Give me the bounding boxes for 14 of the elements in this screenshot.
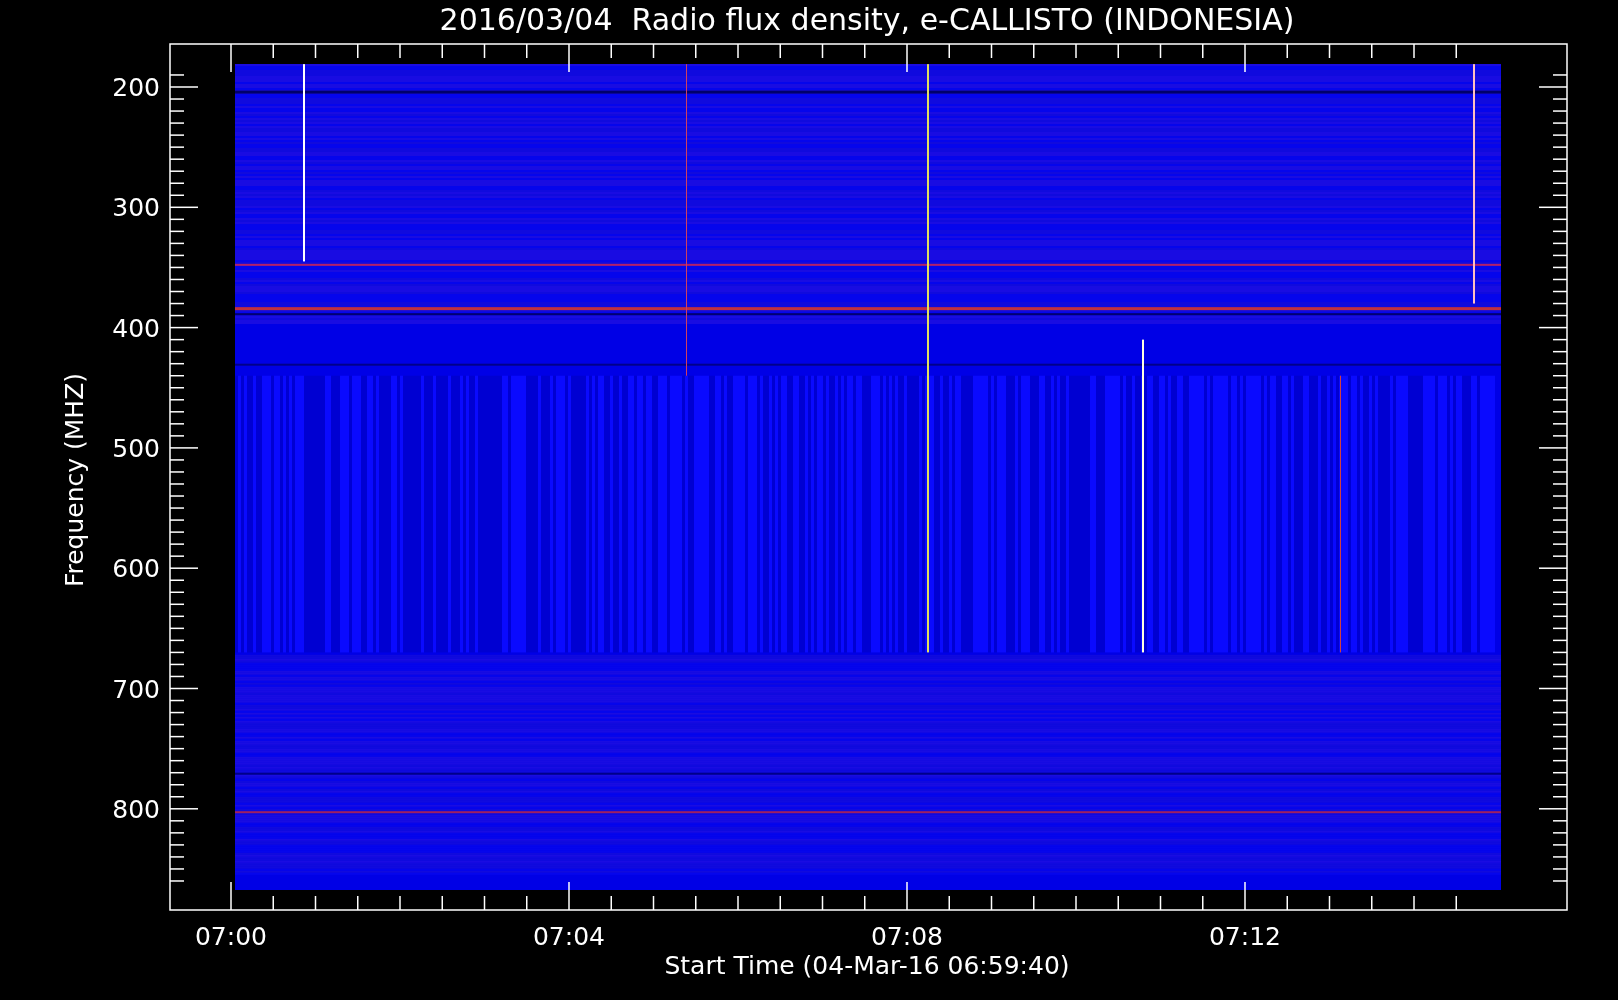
y-tick-label: 400 — [112, 313, 160, 343]
x-tick-label: 07:04 — [533, 922, 605, 951]
y-tick-label: 800 — [112, 794, 160, 824]
chart-title: 2016/03/04 Radio flux density, e-CALLISTO (INDONESIA) — [439, 2, 1295, 37]
x-axis-label: Start Time (04-Mar-16 06:59:40) — [664, 951, 1070, 980]
y-tick-label: 300 — [112, 193, 160, 223]
y-axis-label: Frequency (MHZ) — [60, 372, 89, 588]
y-tick-label: 600 — [112, 554, 160, 584]
x-tick-label: 07:12 — [1209, 922, 1281, 951]
y-tick-label: 200 — [112, 73, 160, 102]
x-tick-label: 07:08 — [871, 922, 943, 951]
y-tick-label: 500 — [112, 433, 160, 463]
x-tick-label: 07:00 — [195, 922, 267, 951]
y-tick-label: 700 — [112, 674, 160, 704]
